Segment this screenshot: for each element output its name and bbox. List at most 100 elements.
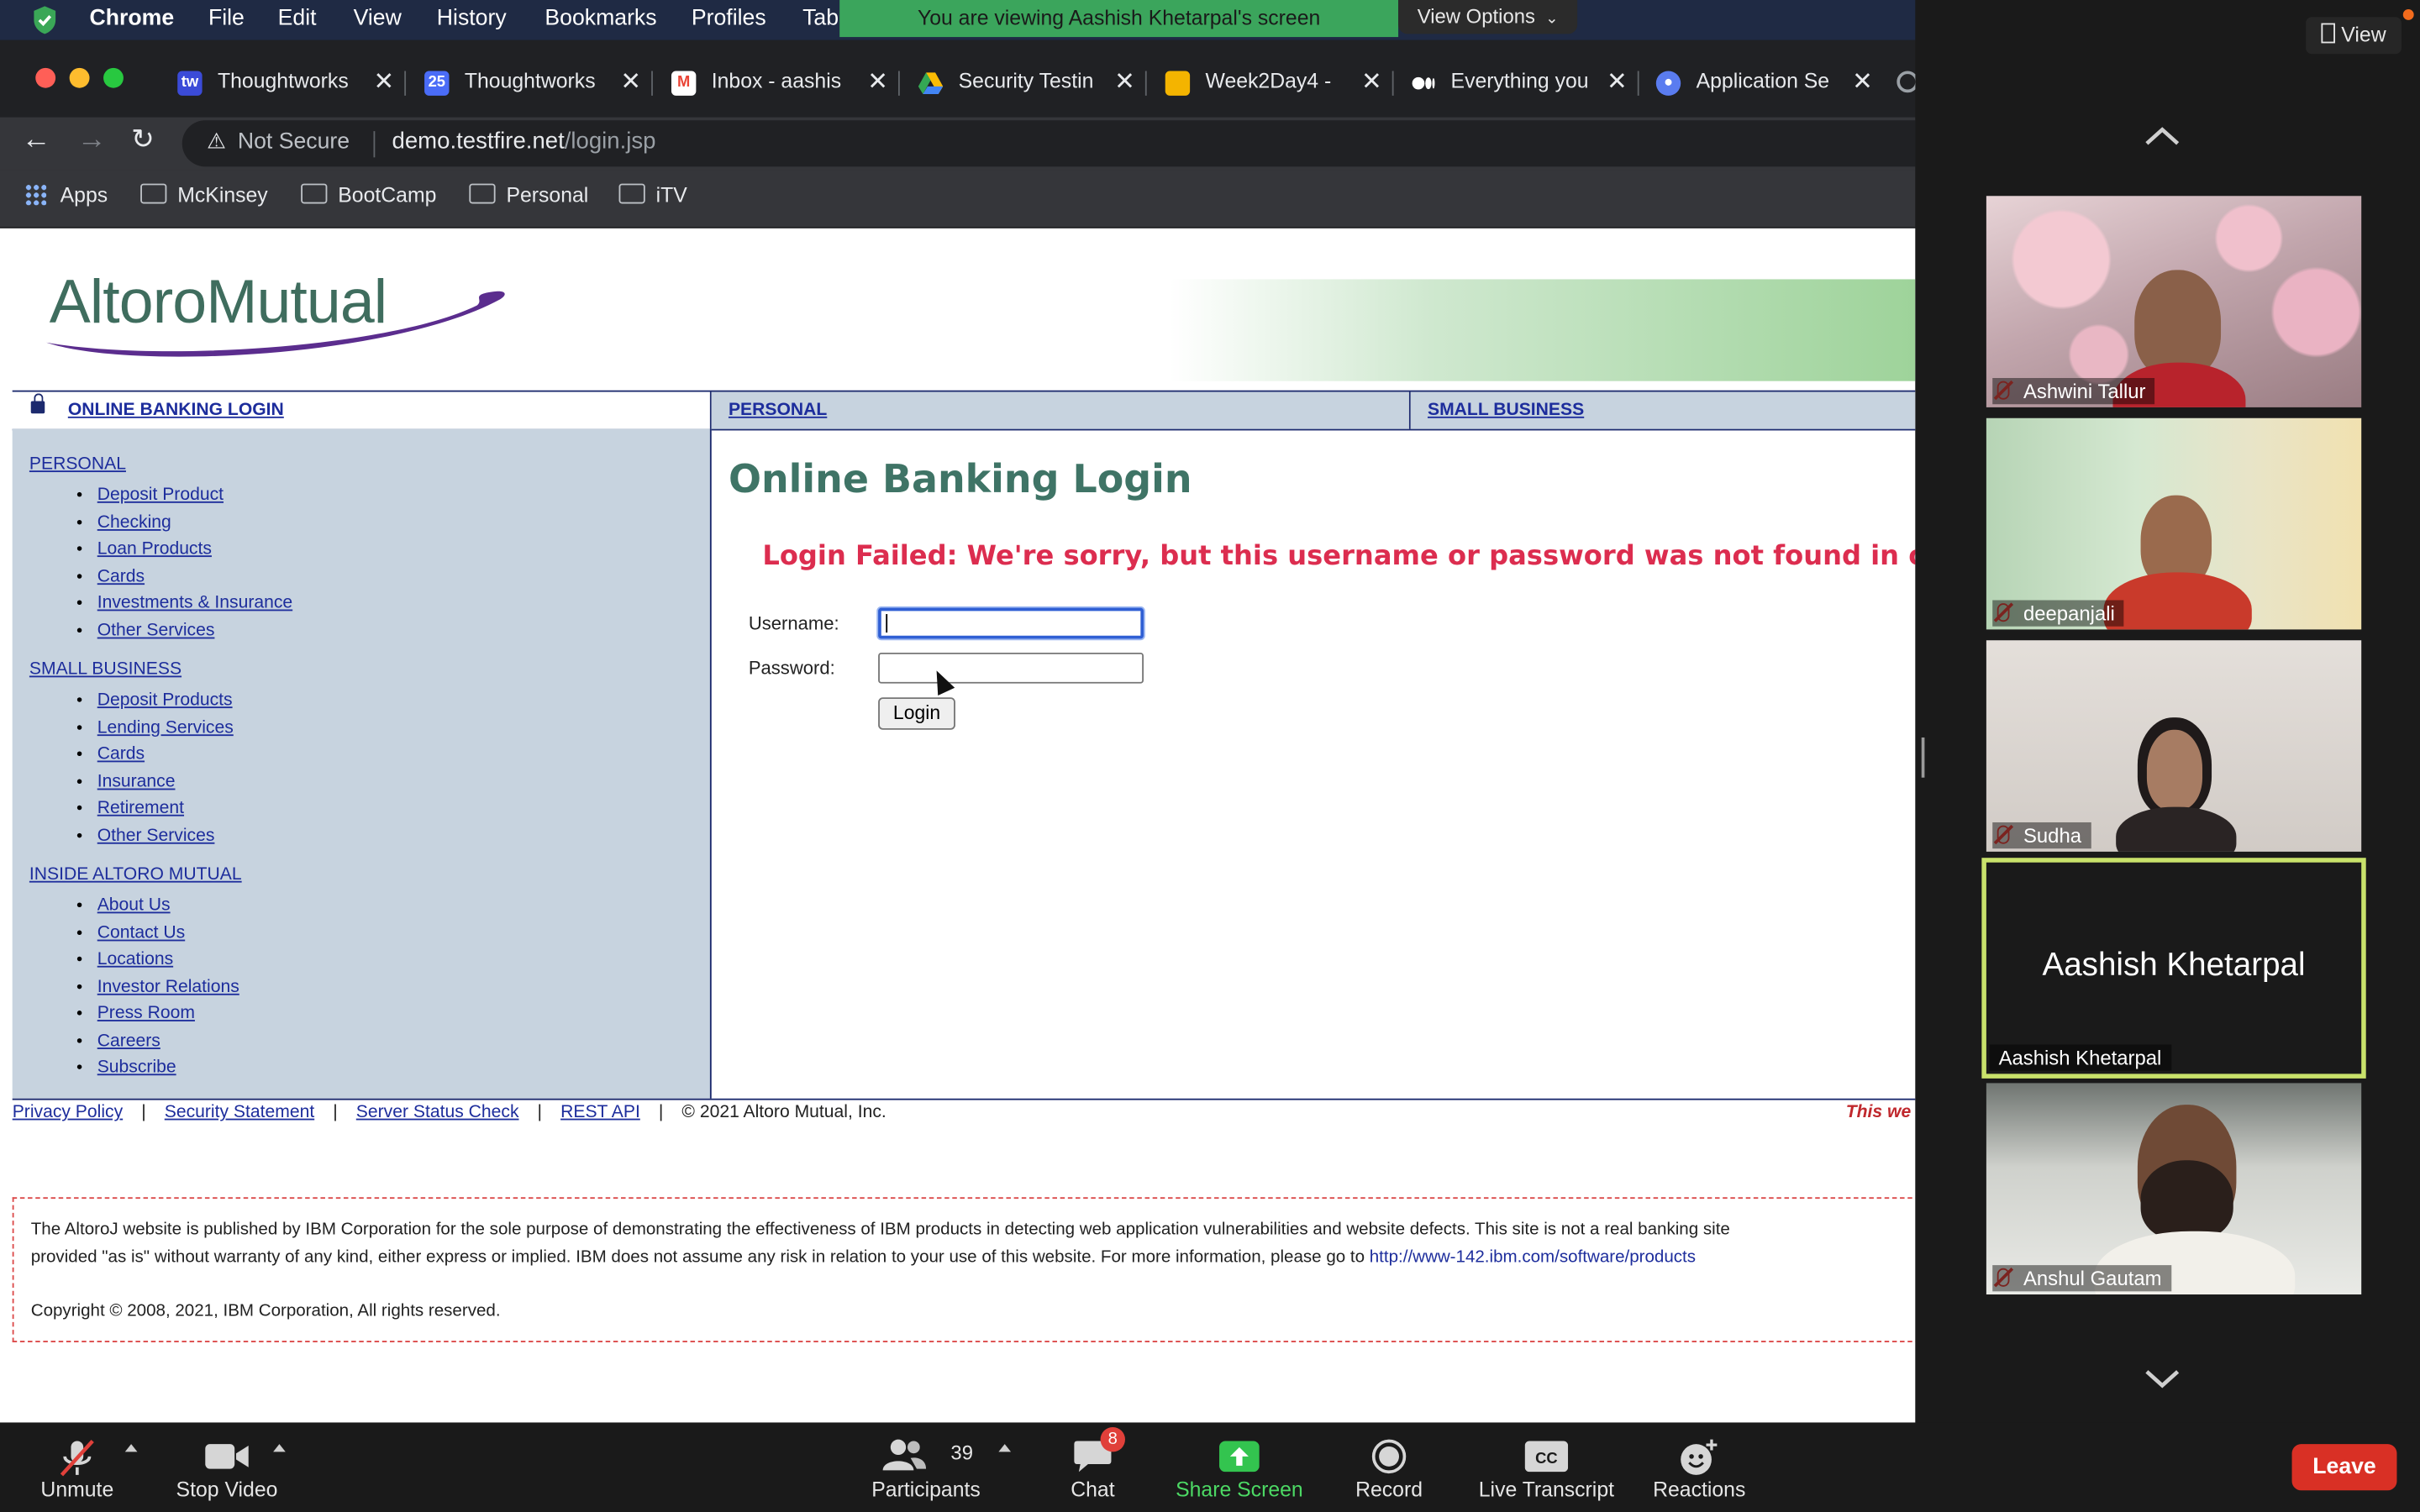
menu-history[interactable]: History [437, 6, 507, 30]
chevron-up-icon[interactable] [2142, 118, 2182, 158]
footer-link-privacy[interactable]: Privacy Policy [13, 1103, 123, 1121]
window-close-button[interactable] [35, 67, 56, 88]
close-icon[interactable]: ✕ [1361, 66, 1382, 97]
chat-button[interactable]: 8 Chat [1055, 1422, 1129, 1512]
footer-warning: This we [1845, 1103, 1912, 1122]
window-minimize-button[interactable] [69, 67, 90, 88]
live-transcript-button[interactable]: CC Live Transcript [1470, 1422, 1624, 1512]
password-label: Password: [748, 657, 835, 680]
lock-icon [30, 393, 45, 414]
username-field[interactable] [878, 607, 1144, 639]
close-icon[interactable]: ✕ [867, 66, 888, 97]
participant-tile[interactable]: Sudha [1986, 640, 2362, 852]
stop-video-button[interactable]: Stop Video [166, 1422, 287, 1512]
sidebar-link[interactable]: Subscribe [97, 1058, 176, 1077]
apple-shield-icon[interactable] [31, 5, 59, 42]
folder-icon [618, 183, 645, 204]
sidebar-link[interactable]: Loan Products [97, 540, 212, 559]
view-label: View [2341, 23, 2386, 47]
sidebar-link[interactable]: Insurance [97, 772, 176, 790]
sidebar-link[interactable]: Cards [97, 567, 145, 585]
back-icon[interactable]: ← [22, 123, 51, 157]
footer-link-security[interactable]: Security Statement [165, 1103, 314, 1121]
menu-edit[interactable]: Edit [278, 6, 317, 30]
share-screen-icon [1219, 1441, 1260, 1473]
video-options-caret-icon[interactable] [273, 1444, 286, 1452]
reaction-smiley-icon [1681, 1439, 1718, 1475]
sidebar-link[interactable]: Careers [97, 1032, 160, 1050]
login-button[interactable]: Login [878, 697, 955, 730]
chevron-down-icon[interactable] [2142, 1357, 2182, 1398]
menu-tab[interactable]: Tab [802, 6, 839, 30]
sidebar-link[interactable]: Deposit Products [97, 691, 233, 710]
view-options-button[interactable]: View Options ⌄ [1398, 0, 1578, 34]
menu-bookmarks[interactable]: Bookmarks [544, 6, 656, 30]
nav-personal[interactable]: PERSONAL [729, 402, 827, 420]
username-label: Username: [748, 612, 839, 634]
leave-button[interactable]: Leave [2291, 1444, 2397, 1491]
bookmark-folder[interactable]: BootCamp [301, 183, 436, 207]
record-button[interactable]: Record [1346, 1422, 1433, 1512]
mac-menubar: Chrome File Edit View History Bookmarks … [0, 0, 1916, 42]
participant-tile-active-speaker[interactable]: Aashish Khetarpal Aashish Khetarpal [1981, 858, 2366, 1079]
panel-resize-handle[interactable] [1921, 737, 1925, 778]
sidebar-section-personal[interactable]: PERSONAL [29, 455, 126, 474]
unmute-button[interactable]: Unmute [31, 1422, 124, 1512]
tab-divider [1637, 71, 1639, 96]
ibm-products-link[interactable]: http://www-142.ibm.com/software/products [1370, 1248, 1696, 1267]
sidebar-link[interactable]: Locations [97, 950, 173, 969]
omnibox[interactable]: ⚠ Not Secure demo.testfire.net/login.jsp [182, 120, 1916, 167]
audio-options-caret-icon[interactable] [124, 1444, 138, 1452]
bookmark-folder[interactable]: McKinsey [140, 183, 268, 207]
sidebar-link[interactable]: Lending Services [97, 718, 234, 737]
sidebar-link[interactable]: Investor Relations [97, 978, 239, 996]
window-maximize-button[interactable] [103, 67, 124, 88]
view-button[interactable]: View [2306, 17, 2402, 55]
mic-muted-icon [60, 1440, 94, 1477]
menu-profiles[interactable]: Profiles [692, 6, 766, 30]
bookmark-apps[interactable]: Apps [24, 183, 108, 207]
sidebar-link[interactable]: Retirement [97, 799, 184, 817]
bookmark-folder[interactable]: Personal [469, 183, 588, 207]
logo-text: AltoroMutual [49, 268, 387, 337]
close-icon[interactable]: ✕ [1607, 66, 1628, 97]
sidebar-link[interactable]: About Us [97, 896, 171, 915]
altoro-logo[interactable]: AltoroMutual [37, 262, 515, 364]
reactions-button[interactable]: Reactions [1645, 1422, 1754, 1512]
sidebar-link[interactable]: Other Services [97, 827, 215, 845]
sidebar-link[interactable]: Investments & Insurance [97, 594, 292, 612]
menu-file[interactable]: File [208, 6, 245, 30]
sidebar-link[interactable]: Press Room [97, 1005, 195, 1023]
sidebar-section-inside[interactable]: INSIDE ALTORO MUTUAL [29, 865, 242, 884]
content-divider [12, 1098, 1916, 1100]
participant-tile[interactable]: Anshul Gautam [1986, 1083, 2362, 1295]
page-title: Online Banking Login [728, 456, 1192, 501]
sidebar-section-small-business[interactable]: SMALL BUSINESS [29, 660, 182, 679]
nav-small-business[interactable]: SMALL BUSINESS [1428, 402, 1584, 420]
sidebar-link[interactable]: Other Services [97, 621, 215, 639]
sidebar-link[interactable]: Contact Us [97, 923, 185, 942]
menu-view[interactable]: View [354, 6, 402, 30]
close-icon[interactable]: ✕ [1852, 66, 1873, 97]
close-icon[interactable]: ✕ [373, 66, 394, 97]
sidebar-link[interactable]: Checking [97, 513, 171, 532]
meeting-controls: Unmute Stop Video 39 Participants 8 Chat… [0, 1422, 2420, 1512]
participant-tile[interactable]: Ashwini Tallur [1986, 196, 2362, 407]
participants-options-caret-icon[interactable] [998, 1444, 1012, 1452]
disclaimer-box: The AltoroJ website is published by IBM … [12, 1197, 1916, 1342]
close-icon[interactable]: ✕ [1114, 66, 1135, 97]
share-screen-button[interactable]: Share Screen [1170, 1422, 1308, 1512]
menu-chrome[interactable]: Chrome [90, 6, 175, 30]
participant-tile[interactable]: deepanjali [1986, 417, 2362, 630]
sidebar-link[interactable]: Cards [97, 745, 145, 764]
reload-icon[interactable]: ↻ [131, 123, 155, 156]
nav-online-banking-login[interactable]: ONLINE BANKING LOGIN [68, 402, 284, 420]
bookmark-folder[interactable]: iTV [618, 183, 687, 207]
close-icon[interactable]: ✕ [620, 66, 641, 97]
participants-button[interactable]: 39 Participants [865, 1422, 988, 1512]
footer-link-server-status[interactable]: Server Status Check [356, 1103, 519, 1121]
footer-link-rest-api[interactable]: REST API [560, 1103, 640, 1121]
password-field[interactable] [878, 652, 1144, 684]
sidebar-link[interactable]: Deposit Product [97, 486, 224, 505]
forward-icon[interactable]: → [77, 123, 107, 157]
